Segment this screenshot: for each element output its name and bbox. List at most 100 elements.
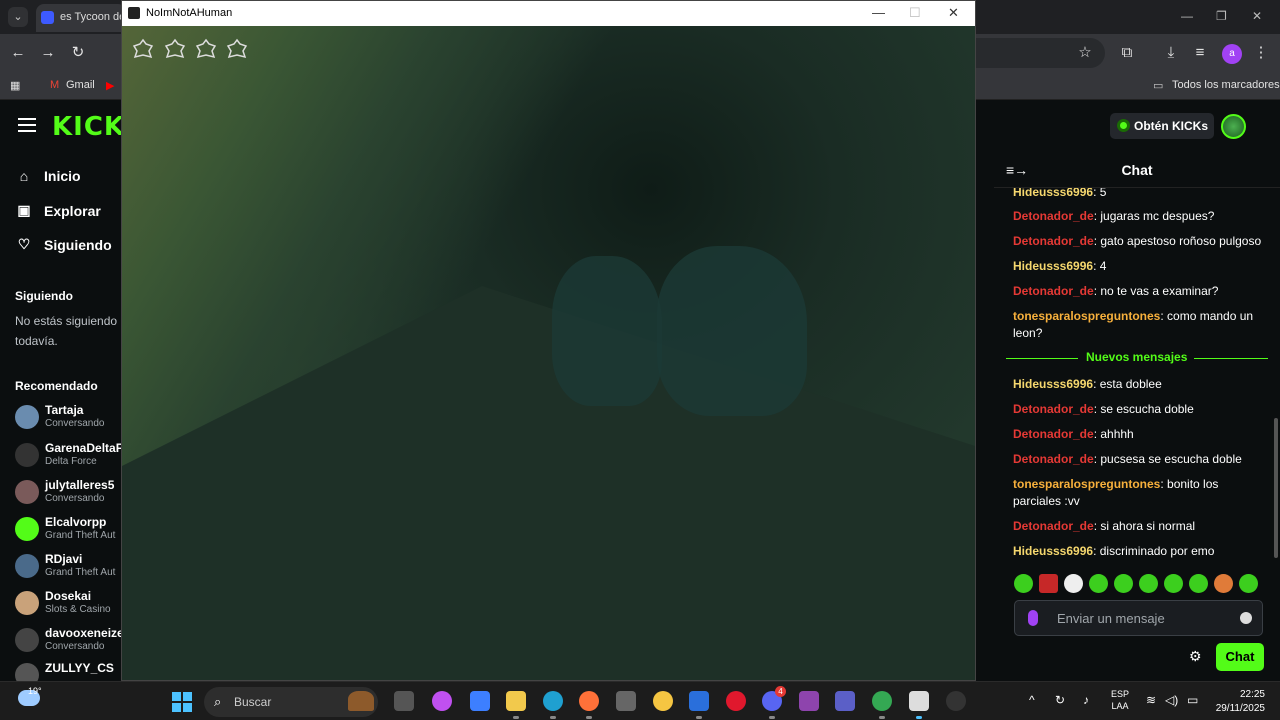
rock [552, 256, 662, 406]
recommended-channel[interactable]: ZULLYY_CS [15, 659, 122, 682]
bookmark-star-icon[interactable]: ☆ [1074, 42, 1096, 64]
app-icon[interactable] [616, 691, 636, 711]
emote-icon[interactable] [1064, 574, 1083, 593]
chat-username[interactable]: Detonador_de [1013, 427, 1094, 441]
address-bar[interactable]: ☆ [975, 38, 1105, 68]
wifi-icon[interactable]: ≋ [1146, 693, 1156, 707]
running-indicator [696, 716, 702, 719]
nav-explorar[interactable]: ▣ Explorar [16, 202, 100, 219]
emote-icon[interactable] [1114, 574, 1133, 593]
emoji-icon[interactable] [1240, 612, 1252, 624]
emote-icon[interactable] [1164, 574, 1183, 593]
youtube-icon[interactable]: ▶ [106, 79, 114, 92]
browser-minimize-icon[interactable]: — [1181, 9, 1193, 23]
reload-icon[interactable]: ↻ [67, 42, 89, 64]
tab-search-button[interactable]: ⌄ [8, 7, 28, 27]
chrome-icon[interactable] [872, 691, 892, 711]
battery-icon[interactable]: ▭ [1187, 693, 1198, 707]
emote-icon[interactable] [1139, 574, 1158, 593]
browser-tab[interactable]: es Tycoon de [36, 4, 126, 32]
winrar-icon[interactable] [799, 691, 819, 711]
emote-icon[interactable] [1014, 574, 1033, 593]
edge-icon[interactable] [543, 691, 563, 711]
chat-settings-icon[interactable]: ⚙ [1189, 648, 1202, 665]
emote-icon[interactable] [1189, 574, 1208, 593]
taskbar-search[interactable]: ⌕ Buscar [204, 687, 378, 717]
chat-username[interactable]: Hideusss6996 [1013, 377, 1093, 391]
tray-overflow-icon[interactable]: ^ [1029, 693, 1035, 707]
browser-menu-icon[interactable]: ⋮ [1250, 42, 1272, 64]
chat-username[interactable]: Hideusss6996 [1013, 544, 1093, 558]
sync-icon[interactable]: ↻ [1055, 693, 1065, 707]
chat-username[interactable]: Detonador_de [1013, 209, 1094, 223]
teams-icon[interactable] [835, 691, 855, 711]
downloads-icon[interactable]: ⤓ [1160, 42, 1182, 64]
game-title-bar[interactable]: NoImNotAHuman — ☐ ✕ [122, 1, 975, 26]
get-kicks-button[interactable]: Obtén KICKs [1110, 113, 1214, 139]
nav-label: Inicio [44, 168, 81, 184]
copilot-icon[interactable] [432, 691, 452, 711]
channel-name: davooxeneize [45, 626, 122, 640]
chat-input[interactable]: Enviar un mensaje [1014, 600, 1263, 636]
chat-message: Hideusss6996: esta doblee [1013, 376, 1269, 393]
game-viewport[interactable] [122, 26, 975, 680]
game-minimize-icon[interactable]: — [872, 5, 885, 20]
all-bookmarks-link[interactable]: Todos los marcadores [1172, 79, 1280, 91]
file-explorer-icon[interactable] [506, 691, 526, 711]
recommended-channel[interactable]: davooxeneize Conversando [15, 624, 122, 656]
media-control-icon[interactable]: ≡ [1189, 42, 1211, 64]
input-language[interactable]: ESP LAA [1111, 688, 1129, 712]
game-window[interactable]: NoImNotAHuman — ☐ ✕ [121, 0, 976, 681]
emote-icon[interactable] [1089, 574, 1108, 593]
task-view-icon[interactable] [394, 691, 414, 711]
chat-send-button[interactable]: Chat [1216, 643, 1264, 671]
nav-inicio[interactable]: ⌂ Inicio [16, 168, 81, 184]
recommended-channel[interactable]: RDjavi Grand Theft Aut [15, 550, 122, 582]
hamburger-menu-icon[interactable] [18, 118, 36, 132]
microphone-icon[interactable] [1028, 610, 1038, 626]
chat-username[interactable]: Hideusss6996 [1013, 188, 1093, 199]
opera-icon[interactable] [726, 691, 746, 711]
app-icon[interactable] [946, 691, 966, 711]
forward-icon[interactable]: → [37, 42, 59, 64]
chat-username[interactable]: tonesparalospreguntones [1013, 309, 1160, 323]
user-avatar[interactable] [1221, 114, 1246, 139]
game-app-icon[interactable] [909, 691, 929, 711]
profile-avatar[interactable]: a [1222, 44, 1242, 64]
page-scrollbar[interactable] [1274, 418, 1278, 558]
kick-logo[interactable]: KICK [52, 112, 125, 142]
extensions-icon[interactable]: ⧉ [1116, 42, 1138, 64]
start-button[interactable] [172, 692, 192, 712]
chat-username[interactable]: tonesparalospreguntones [1013, 477, 1160, 491]
bookmark-gmail[interactable]: Gmail [66, 79, 95, 91]
system-clock[interactable]: 22:25 29/11/2025 [1213, 688, 1265, 716]
chat-username[interactable]: Detonador_de [1013, 402, 1094, 416]
chat-username[interactable]: Detonador_de [1013, 452, 1094, 466]
browser-close-icon[interactable]: ✕ [1252, 9, 1262, 23]
chat-username[interactable]: Detonador_de [1013, 234, 1094, 248]
browser-maximize-icon[interactable]: ❐ [1216, 9, 1227, 23]
app-icon[interactable] [653, 691, 673, 711]
chat-username[interactable]: Detonador_de [1013, 519, 1094, 533]
nav-siguiendo[interactable]: ♡ Siguiendo [16, 236, 112, 253]
chat-username[interactable]: Detonador_de [1013, 284, 1094, 298]
app-icon[interactable] [689, 691, 709, 711]
recommended-heading: Recomendado [15, 379, 98, 393]
emote-icon[interactable] [1214, 574, 1233, 593]
recommended-channel[interactable]: Dosekai Slots & Casino [15, 587, 122, 619]
microphone-tray-icon[interactable]: ♪ [1083, 693, 1089, 707]
firefox-icon[interactable] [579, 691, 599, 711]
emote-icon[interactable] [1239, 574, 1258, 593]
recommended-channel[interactable]: Elcalvorpp Grand Theft Aut [15, 513, 122, 545]
chat-username[interactable]: Hideusss6996 [1013, 259, 1093, 273]
game-close-icon[interactable]: ✕ [948, 5, 959, 21]
back-icon[interactable]: ← [7, 42, 29, 64]
recommended-channel[interactable]: GarenaDeltaF Delta Force [15, 439, 122, 471]
recommended-channel[interactable]: Tartaja Conversando [15, 401, 122, 433]
emote-icon[interactable] [1039, 574, 1058, 593]
apps-icon[interactable]: ▦ [10, 79, 20, 92]
volume-icon[interactable]: ◁) [1165, 693, 1178, 707]
dropbox-icon[interactable] [470, 691, 490, 711]
recommended-channel[interactable]: julytalleres5 Conversando [15, 476, 122, 508]
channel-name: Tartaja [45, 403, 84, 417]
